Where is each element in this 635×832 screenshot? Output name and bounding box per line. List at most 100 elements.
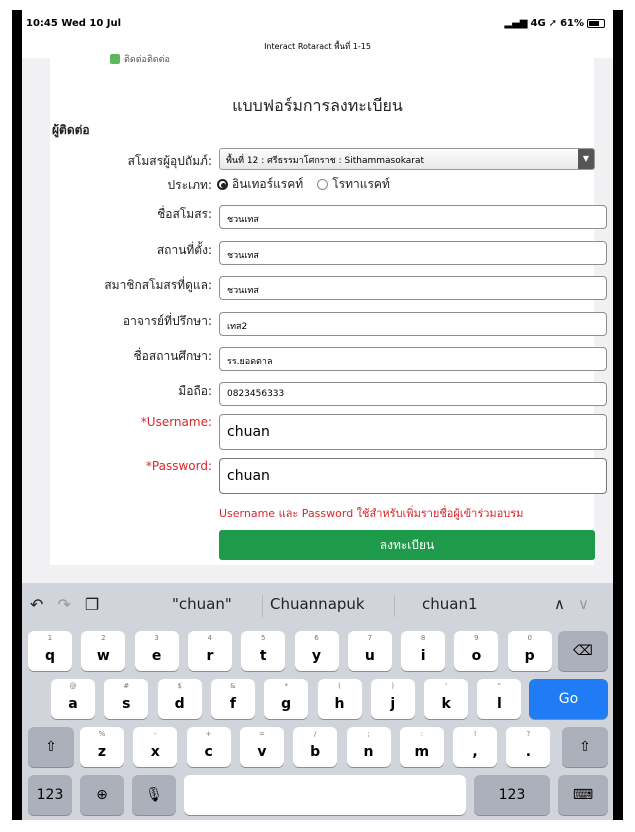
key-letter: y [311,648,322,664]
key-hint: ( [338,682,341,690]
key-letter: s [122,696,131,712]
key-letter: r [206,648,214,664]
keyboard-dismiss-icon[interactable]: ⌨ [558,775,608,815]
truncated-header-text: ติดต่อติดต่อ [124,55,170,65]
key-m[interactable]: :m [399,727,444,767]
device-frame: 10:45 Wed 10 Jul ▂▄▆ 4G ➚ 61% Interact R… [12,10,623,820]
key-.[interactable]: ?. [506,727,551,767]
chevron-up-icon[interactable]: ∧ [554,595,565,613]
shift-left-icon[interactable]: ⇧ [28,727,74,767]
suggestion-3[interactable]: chuan1 [422,595,478,613]
key-letter: k [441,696,451,712]
status-right: ▂▄▆ 4G ➚ 61% [504,18,605,29]
key-p[interactable]: 0p [507,631,552,671]
key-letter: f [229,696,236,712]
key-letter: x [150,744,160,760]
key-hint: & [230,682,236,690]
key-letter: p [524,648,535,664]
radio-rotaract-label[interactable]: โรทาแรคท์ [332,175,390,194]
key-hint: - [154,730,157,738]
key-hint: 5 [260,634,266,642]
key-x[interactable]: -x [133,727,178,767]
numbers-key-left[interactable]: 123 [28,775,72,815]
register-button[interactable]: ลงทะเบียน [219,530,595,560]
suggestion-2[interactable]: Chuannapuk [270,595,365,613]
truncated-header: ติดต่อติดต่อ [110,54,200,65]
advisor-input[interactable]: เทส2 [219,312,607,336]
page-url[interactable]: Interact Rotaract พื้นที่ 1-15 [22,40,613,53]
key-q[interactable]: 1q [28,631,72,671]
delete-key-icon[interactable]: ⌫ [558,631,608,671]
key-z[interactable]: % z [80,727,124,767]
key-s[interactable]: # s [104,679,149,719]
key-k[interactable]: ' k [424,679,469,719]
key-i[interactable]: 8i [401,631,446,671]
key-letter: d [174,696,185,712]
school-input[interactable]: รร.ยอดตาล [219,347,607,371]
key-o[interactable]: 9o [454,631,499,671]
supervisor-input[interactable]: ชวนเทส [219,276,607,300]
key-g[interactable]: * g [264,679,309,719]
location-input[interactable]: ชวนเทส [219,241,607,265]
shift-right-icon[interactable]: ⇧ [562,727,608,767]
username-input[interactable]: chuan [219,414,607,450]
chevron-down-icon[interactable]: ∨ [578,595,589,613]
key-hint: @ [69,682,77,690]
key-b[interactable]: / b [293,727,338,767]
key-a[interactable]: @ a [51,679,95,719]
key-r[interactable]: 4r [187,631,232,671]
password-input[interactable]: chuan [219,458,607,494]
key-n[interactable]: ; n [346,727,391,767]
screen: 10:45 Wed 10 Jul ▂▄▆ 4G ➚ 61% Interact R… [22,10,613,820]
sponsor-select[interactable]: พื้นที่ 12 : ศรีธรรมาโศกราช : Sithammaso… [219,148,595,170]
key-hint: 3 [154,634,159,642]
key-hint: 9 [474,634,479,642]
key-hint: 0 [527,634,532,642]
club-name-input[interactable]: ชวนเทส [219,205,607,229]
key-label: Go [558,691,579,707]
key-w[interactable]: 2w [81,631,126,671]
mobile-label: มือถือ: [178,384,212,398]
numbers-key-right[interactable]: 123 [474,775,550,815]
key-j[interactable]: ) j [370,679,415,719]
key-label: ⇧ [579,739,591,755]
radio-interact[interactable] [217,179,228,190]
suggestion-1[interactable]: "chuan" [172,595,232,613]
microphone-icon[interactable]: 🎙 [132,775,176,815]
key-hint: : [420,730,423,738]
key-hint: / [314,730,317,738]
key-label: ⇧ [45,739,57,755]
key-e[interactable]: 3e [134,631,179,671]
key-hint: + [205,730,212,738]
key-c[interactable]: + c [186,727,231,767]
suggestion-divider [262,595,263,617]
key-,[interactable]: !, [453,727,498,767]
key-f[interactable]: & f [210,679,255,719]
page-content: ติดต่อติดต่อ แบบฟอร์มการลงทะเบียน ผู้ติด… [22,54,613,583]
key-hint: # [123,682,130,690]
key-hint: * [284,682,288,690]
key-l[interactable]: " l [477,679,522,719]
paste-icon[interactable]: ❐ [85,595,99,614]
key-y[interactable]: 6y [294,631,339,671]
go-button[interactable]: Go [529,679,608,719]
key-letter: a [68,696,78,712]
mobile-input[interactable]: 0823456333 [219,382,607,406]
radio-rotaract[interactable] [317,179,329,190]
redo-icon[interactable]: ↷ [57,595,70,614]
dropdown-arrow-icon[interactable]: ▼ [578,149,594,169]
sponsor-select-value: พื้นที่ 12 : ศรีธรรมาโศกราช : Sithammaso… [226,156,425,166]
radio-interact-label[interactable]: อินเทอร์แรคท์ [232,175,303,194]
space-bar[interactable] [184,775,466,815]
key-hint: 4 [207,634,213,642]
key-v[interactable]: = v [239,727,284,767]
globe-icon[interactable]: ⊕ [80,775,124,815]
key-label: 🎙 [145,787,163,803]
key-t[interactable]: 5t [241,631,286,671]
key-h[interactable]: (h [317,679,362,719]
network-type: 4G [530,18,546,29]
key-hint: ) [391,682,395,690]
key-d[interactable]: $ d [157,679,202,719]
key-u[interactable]: 7u [347,631,392,671]
undo-icon[interactable]: ↶ [30,595,43,614]
